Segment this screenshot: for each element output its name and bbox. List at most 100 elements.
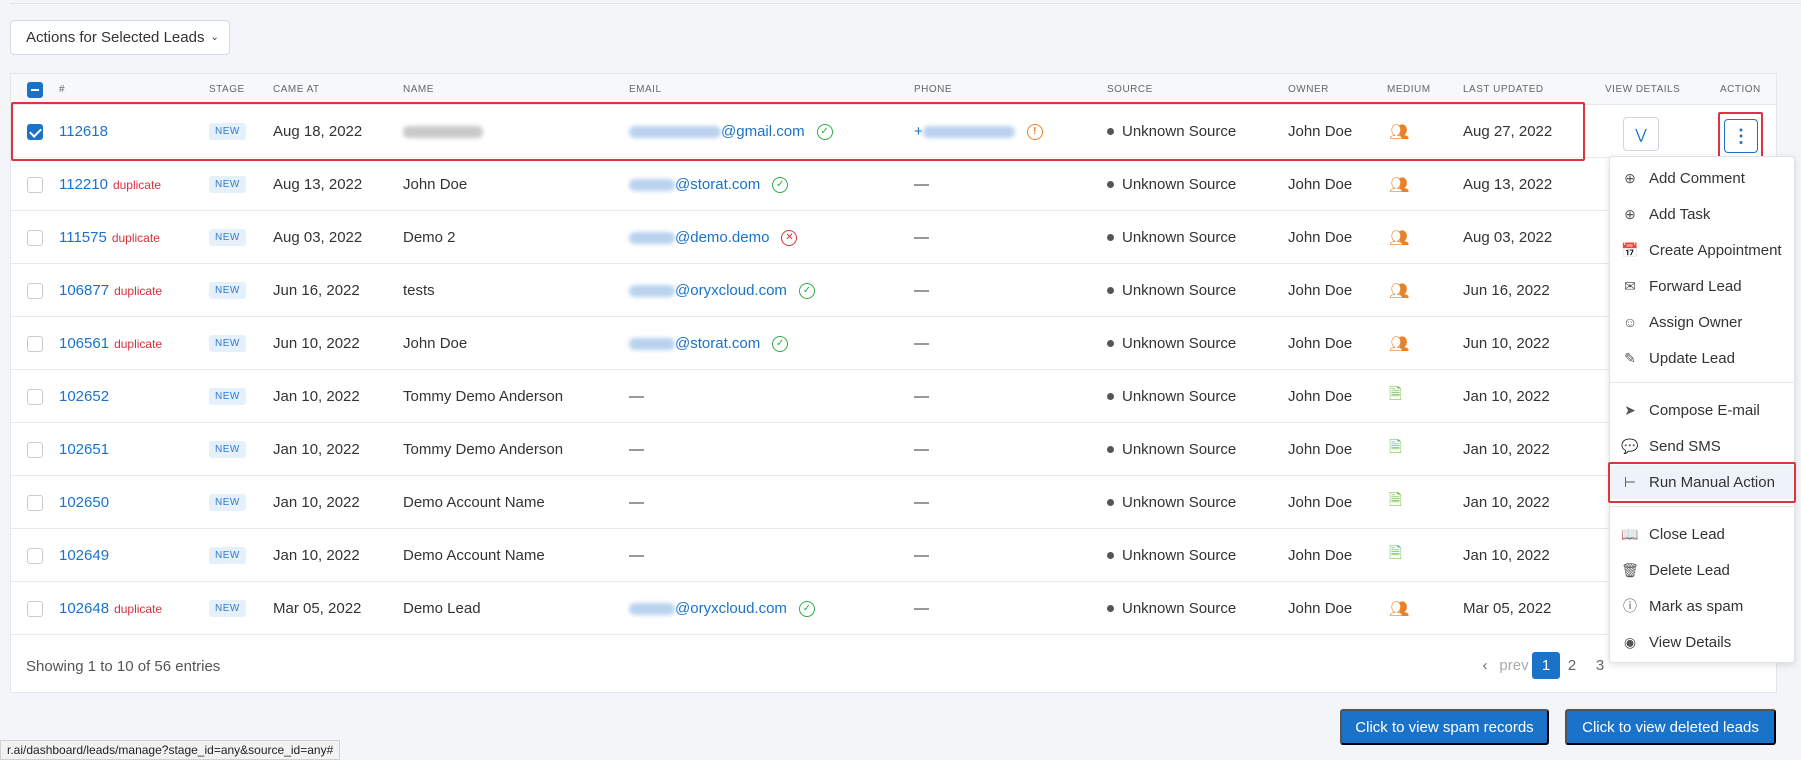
owner-value: John Doe xyxy=(1288,494,1353,511)
menu-update-lead[interactable]: ✎ Update Lead xyxy=(1610,341,1794,375)
row-checkbox[interactable] xyxy=(27,548,43,564)
leads-table-panel: # STAGE CAME AT NAME EMAIL PHONE SOURCE … xyxy=(10,73,1777,693)
row-checkbox[interactable] xyxy=(27,601,43,617)
actions-for-selected-button[interactable]: Actions for Selected Leads ⌄ xyxy=(10,20,230,55)
view-deleted-leads-button[interactable]: Click to view deleted leads xyxy=(1565,709,1776,745)
redacted-email-user xyxy=(629,178,675,191)
redacted-email-user xyxy=(629,337,675,350)
table-header: # STAGE CAME AT NAME EMAIL PHONE SOURCE … xyxy=(11,74,1776,105)
row-checkbox[interactable] xyxy=(27,389,43,405)
row-checkbox[interactable] xyxy=(27,495,43,511)
top-divider xyxy=(10,3,1801,4)
duplicate-tag: duplicate xyxy=(111,230,160,245)
phone-empty: — xyxy=(914,441,929,458)
lead-name: Demo Account Name xyxy=(403,494,545,511)
source-value: Unknown Source xyxy=(1122,335,1237,352)
menu-item-label: Add Task xyxy=(1649,205,1711,223)
menu-mark-spam[interactable]: ⓘ Mark as spam xyxy=(1610,589,1794,623)
row-actions-button[interactable]: ⋮ xyxy=(1724,119,1758,153)
row-checkbox[interactable] xyxy=(27,230,43,246)
menu-send-sms[interactable]: 💬 Send SMS xyxy=(1610,429,1794,463)
lead-name: Demo Lead xyxy=(403,600,481,617)
came-at-value: Jun 10, 2022 xyxy=(273,335,360,352)
menu-forward-lead[interactable]: ✉ Forward Lead xyxy=(1610,269,1794,303)
menu-create-appointment[interactable]: 📅 Create Appointment xyxy=(1610,233,1794,267)
lead-id-link[interactable]: 106561 xyxy=(59,335,109,352)
menu-view-details[interactable]: ◉ View Details xyxy=(1610,625,1794,659)
people-icon: 👥︎ xyxy=(1389,600,1410,618)
row-checkbox[interactable] xyxy=(27,177,43,193)
email-link[interactable]: @oryxcloud.com xyxy=(675,282,787,299)
menu-delete-lead[interactable]: 🗑 Delete Lead xyxy=(1610,553,1794,587)
table-row[interactable]: 102652 NEW Jan 10, 2022 Tommy Demo Anderson… xyxy=(11,370,1776,423)
menu-run-manual-action[interactable]: ⊢ Run Manual Action xyxy=(1610,465,1794,499)
lead-id-link[interactable]: 106877 xyxy=(59,282,109,299)
menu-compose-email[interactable]: ➤ Compose E-mail xyxy=(1610,393,1794,427)
menu-divider xyxy=(1610,382,1794,383)
email-link[interactable]: @gmail.com xyxy=(721,123,805,140)
menu-add-task[interactable]: ⊕ Add Task xyxy=(1610,197,1794,231)
came-at-value: Aug 03, 2022 xyxy=(273,229,363,246)
stage-badge: NEW xyxy=(209,388,246,405)
table-row[interactable]: 102650 NEW Jan 10, 2022 Demo Account Name — —… xyxy=(11,476,1776,529)
row-checkbox[interactable] xyxy=(27,442,43,458)
menu-assign-owner[interactable]: ☺ Assign Owner xyxy=(1610,305,1794,339)
browser-status-url: r.ai/dashboard/leads/manage?stage_id=any… xyxy=(0,740,341,760)
phone-link[interactable]: + xyxy=(914,123,923,140)
came-at-value: Mar 05, 2022 xyxy=(273,600,362,617)
lead-id-link[interactable]: 102651 xyxy=(59,441,109,458)
email-link[interactable]: @demo.demo xyxy=(675,229,769,246)
verified-check-icon: ✓ xyxy=(772,176,789,193)
menu-close-lead[interactable]: 📖 Close Lead xyxy=(1610,517,1794,551)
col-last-updated: LAST UPDATED xyxy=(1463,84,1544,95)
phone-empty: — xyxy=(914,547,929,564)
pagination-page-1[interactable]: 1 xyxy=(1532,652,1560,679)
redacted-email-user xyxy=(629,602,675,615)
row-checkbox[interactable] xyxy=(27,124,43,140)
source-value: Unknown Source xyxy=(1122,282,1237,299)
email-link[interactable]: @storat.com xyxy=(675,335,760,352)
prev-chevron-icon[interactable]: ‹ xyxy=(1478,652,1492,679)
row-checkbox[interactable] xyxy=(27,336,43,352)
lead-id-link[interactable]: 112210 xyxy=(59,176,108,193)
table-row[interactable]: 112210 duplicate NEW Aug 13, 2022 John Doe @s… xyxy=(11,158,1776,211)
lead-id-link[interactable]: 111575 xyxy=(59,229,107,246)
pagination-page-3[interactable]: 3 xyxy=(1592,652,1608,679)
table-row[interactable]: 111575 duplicate NEW Aug 03, 2022 Demo 2 @dem… xyxy=(11,211,1776,264)
row-checkbox[interactable] xyxy=(27,283,43,299)
lead-name: John Doe xyxy=(403,176,468,193)
email-empty: — xyxy=(629,494,644,511)
table-row[interactable]: 102648 duplicate NEW Mar 05, 2022 Demo Lead @… xyxy=(11,582,1776,635)
owner-value: John Doe xyxy=(1288,176,1353,193)
table-row[interactable]: 102649 NEW Jan 10, 2022 Demo Account Name — —… xyxy=(11,529,1776,582)
lead-id-link[interactable]: 102650 xyxy=(59,494,109,511)
lead-id-link[interactable]: 102652 xyxy=(59,388,109,405)
came-at-value: Jun 16, 2022 xyxy=(273,282,360,299)
view-details-toggle-button[interactable]: ⋁ xyxy=(1623,117,1659,151)
stage-badge: NEW xyxy=(209,229,246,246)
pagination-page-2[interactable]: 2 xyxy=(1564,652,1580,679)
people-icon: 👥︎ xyxy=(1389,229,1410,247)
people-icon: 👥︎ xyxy=(1389,282,1410,300)
menu-add-comment[interactable]: ⊕ Add Comment xyxy=(1610,161,1794,195)
lead-id-link[interactable]: 102648 xyxy=(59,600,109,617)
table-row[interactable]: 106877 duplicate NEW Jun 16, 2022 tests @oryx… xyxy=(11,264,1776,317)
table-row[interactable]: 106561 duplicate NEW Jun 10, 2022 John Doe @s… xyxy=(11,317,1776,370)
pagination-prev[interactable]: prev xyxy=(1496,652,1532,679)
people-icon: 👥︎ xyxy=(1389,335,1410,353)
email-link[interactable]: @oryxcloud.com xyxy=(675,600,787,617)
menu-item-label: Compose E-mail xyxy=(1649,401,1760,419)
view-spam-records-button[interactable]: Click to view spam records xyxy=(1340,709,1549,745)
source-dot xyxy=(1107,446,1114,453)
lead-id-link[interactable]: 112618 xyxy=(59,123,108,140)
email-link[interactable]: @storat.com xyxy=(675,176,760,193)
select-all-checkbox[interactable] xyxy=(27,82,43,98)
col-num: # xyxy=(59,84,66,95)
table-row[interactable]: 112618 NEW Aug 18, 2022 @gmail.com ✓ +! Unknow… xyxy=(11,105,1776,158)
people-icon: 👥︎ xyxy=(1389,176,1410,194)
stage-badge: NEW xyxy=(209,600,246,617)
actions-for-selected-label: Actions for Selected Leads xyxy=(26,29,205,46)
lead-id-link[interactable]: 102649 xyxy=(59,547,109,564)
table-row[interactable]: 102651 NEW Jan 10, 2022 Tommy Demo Anderson… xyxy=(11,423,1776,476)
phone-empty: — xyxy=(914,176,929,193)
